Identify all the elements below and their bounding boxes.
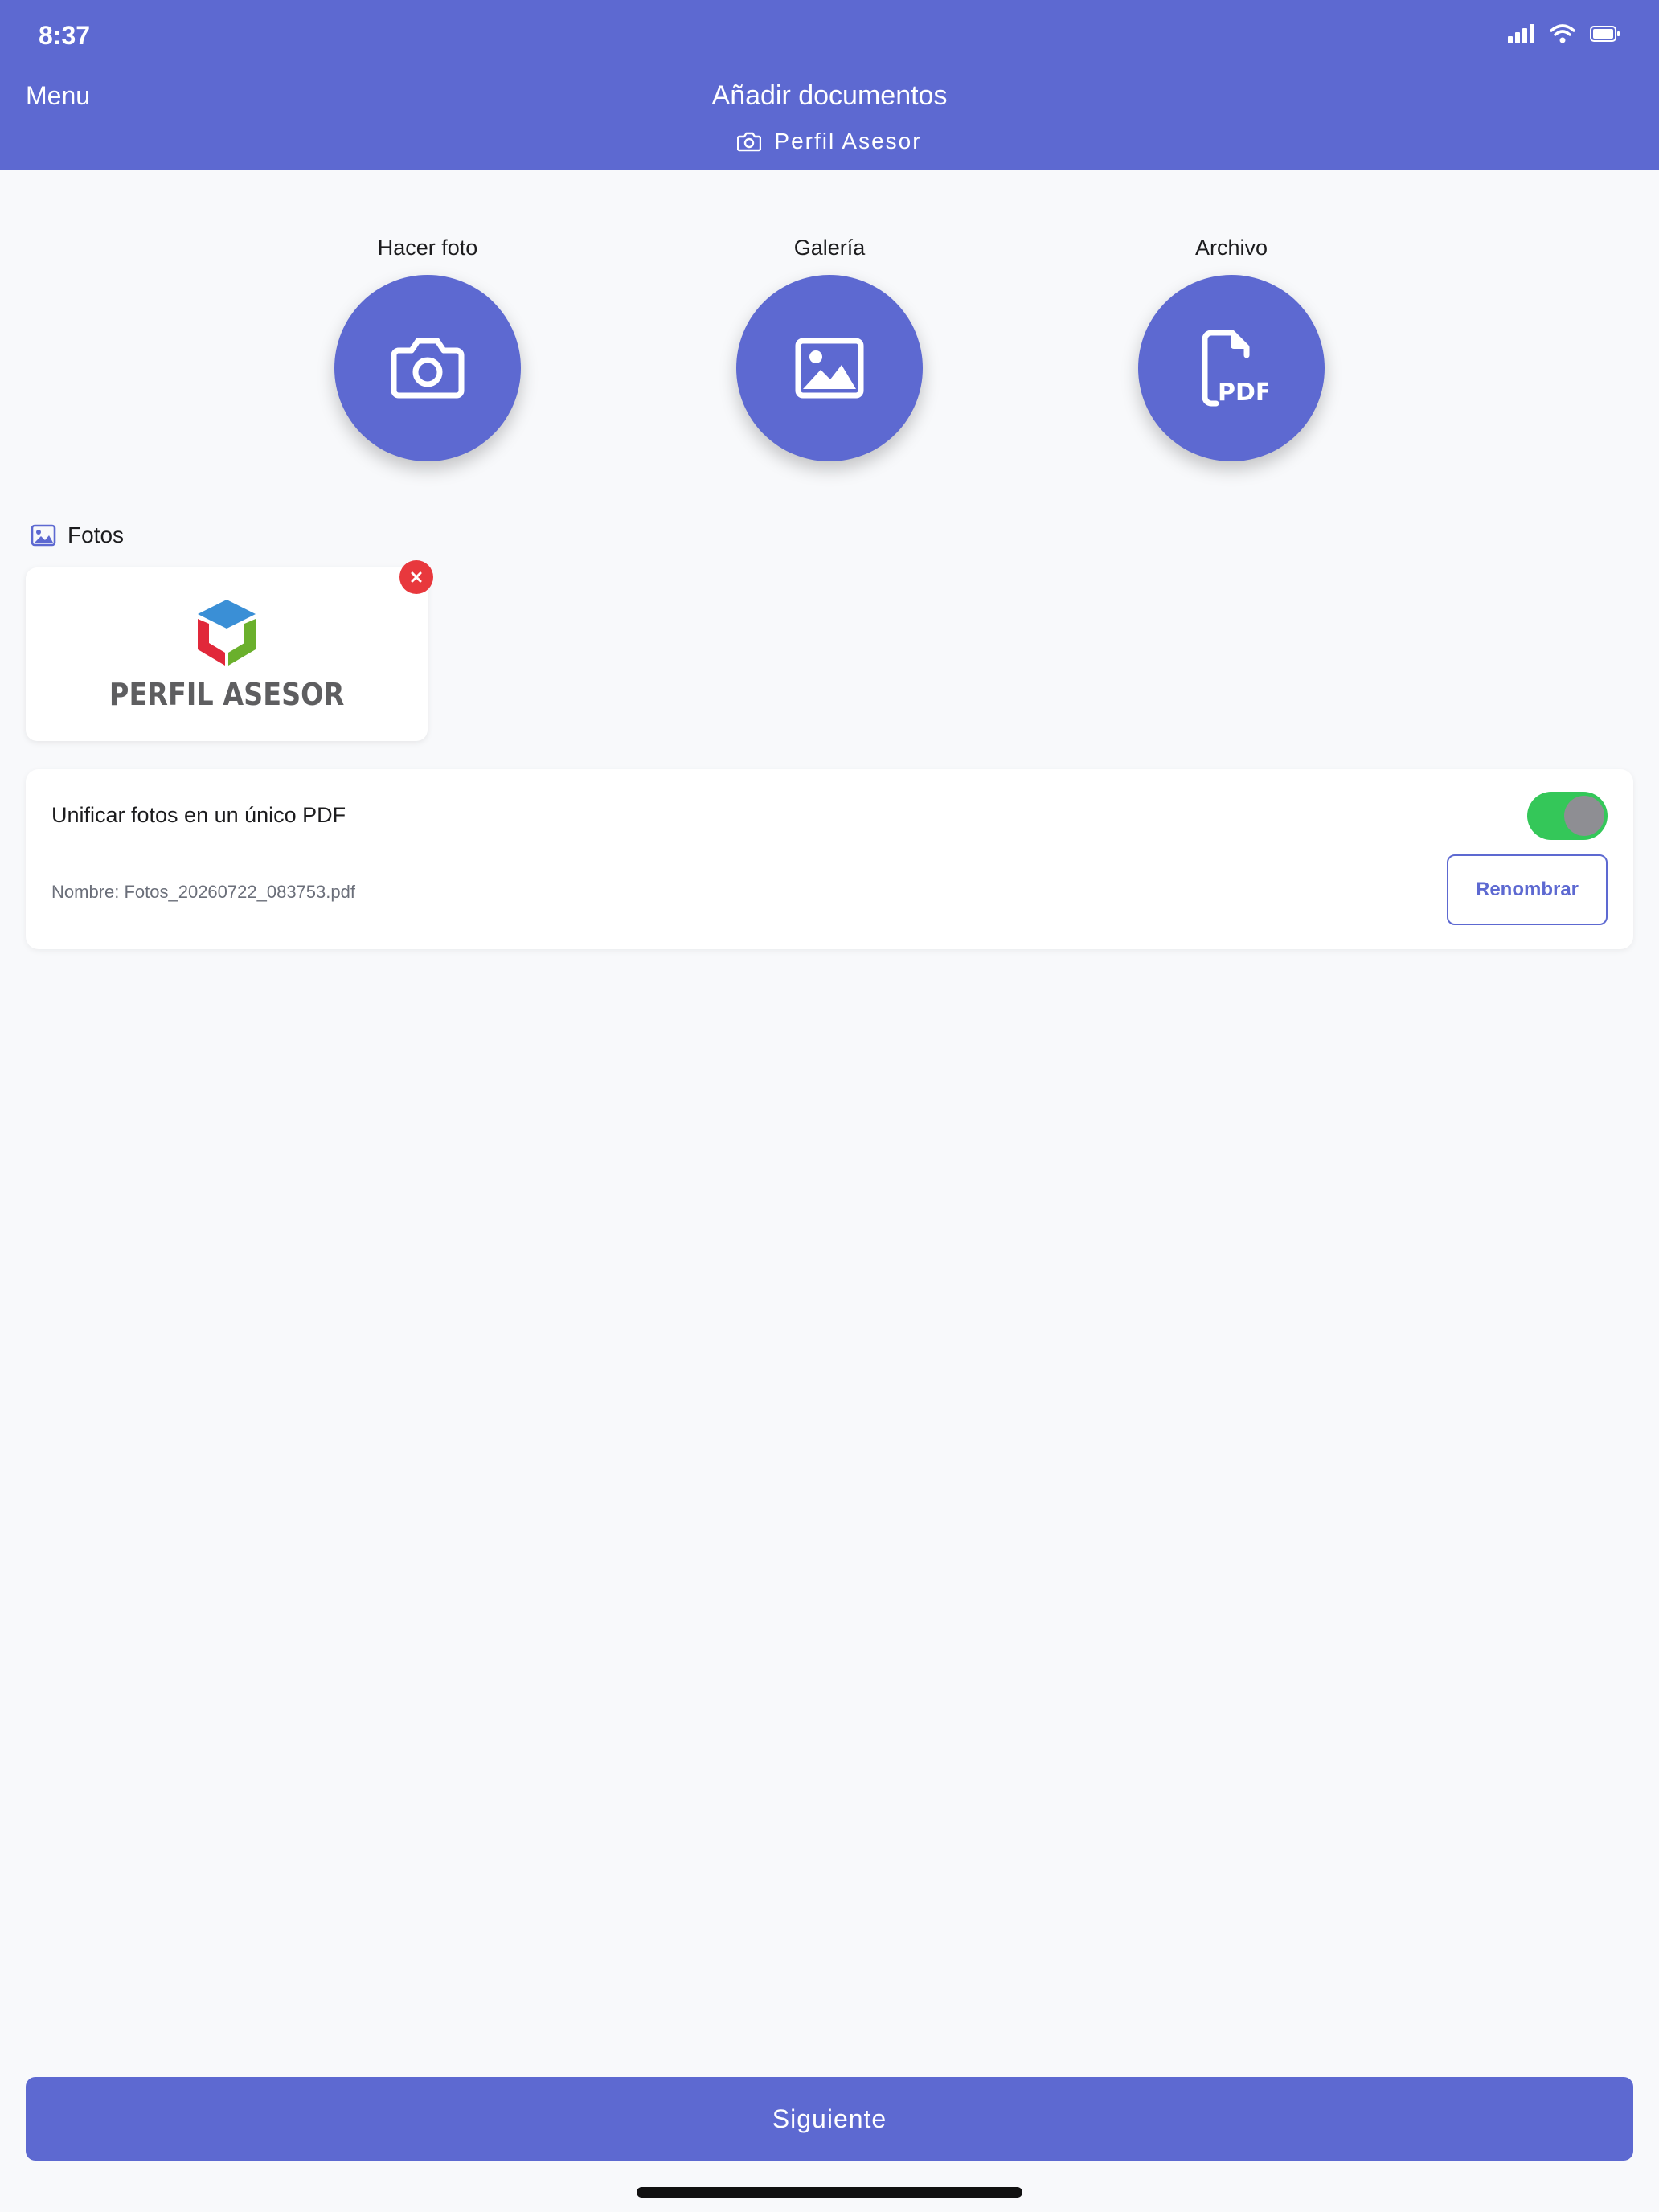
file-button[interactable]: PDF (1138, 275, 1325, 461)
gallery-button[interactable] (736, 275, 923, 461)
photos-section-label: Fotos (68, 522, 125, 547)
logo-text: PERFIL ASESOR (109, 677, 345, 712)
home-indicator (637, 2187, 1022, 2198)
photo-thumbnail[interactable]: PERFIL ASESOR (26, 567, 428, 741)
gallery-action[interactable]: Galería (733, 233, 926, 461)
page-title: Añadir documentos (711, 80, 948, 111)
file-label: Archivo (1194, 236, 1268, 260)
gallery-label: Galería (793, 236, 866, 260)
unify-pdf-toggle[interactable] (1527, 792, 1608, 840)
cellular-signal-icon (1508, 24, 1534, 43)
perfil-asesor-logo (198, 600, 256, 666)
photos-section-title: Fotos (31, 522, 124, 548)
status-time: 8:37 (39, 21, 91, 50)
camera-icon (737, 132, 762, 152)
take-photo-action[interactable]: Hacer foto (331, 233, 524, 461)
close-icon (411, 571, 422, 583)
toggle-knob (1564, 796, 1604, 836)
unify-pdf-label: Unificar fotos en un único PDF (51, 803, 346, 827)
subtitle-text: Perfil Asesor (774, 129, 922, 154)
file-action[interactable]: Archivo PDF (1135, 233, 1328, 461)
delete-photo-button[interactable] (399, 560, 433, 594)
unify-pdf-card: Unificar fotos en un único PDF Nombre: F… (26, 769, 1633, 949)
image-icon (31, 524, 56, 547)
app-header: 8:37 Menu Añadir documentos Perfil Aseso… (0, 0, 1659, 170)
camera-icon (391, 338, 465, 399)
page-subtitle: Perfil Asesor (0, 129, 1659, 154)
pdf-file-name: Nombre: Fotos_20260722_083753.pdf (51, 882, 355, 902)
pdf-file-icon: PDF (1202, 330, 1268, 407)
wifi-icon (1550, 24, 1575, 43)
svg-text:PDF: PDF (1218, 379, 1268, 407)
next-button[interactable]: Siguiente (26, 2077, 1633, 2161)
rename-button[interactable]: Renombrar (1447, 854, 1608, 925)
image-icon (795, 338, 864, 399)
take-photo-label: Hacer foto (377, 236, 478, 260)
battery-icon (1590, 26, 1620, 42)
status-icons (1508, 24, 1620, 43)
take-photo-button[interactable] (334, 275, 521, 461)
